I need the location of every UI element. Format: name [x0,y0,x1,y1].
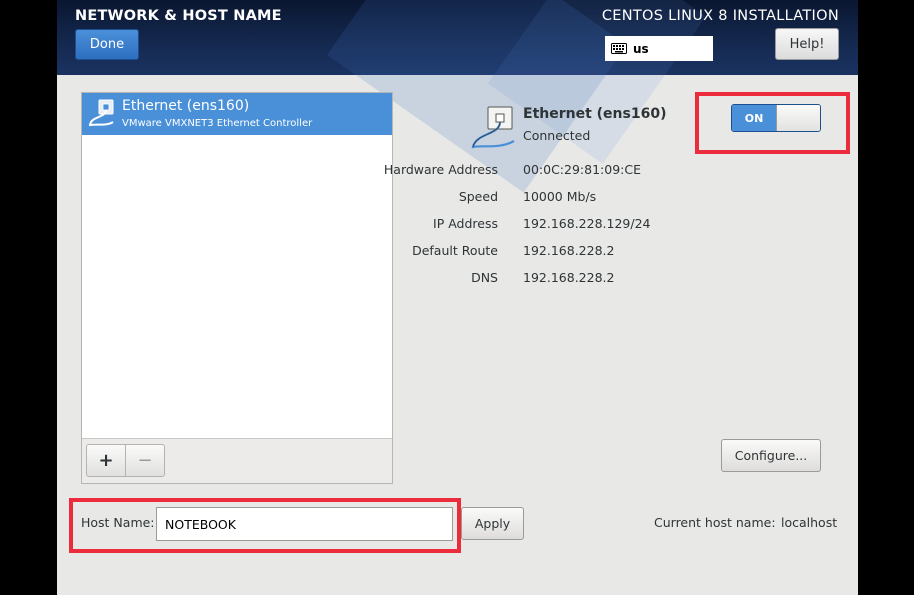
highlight-box [695,92,850,154]
info-row-dns: DNS 192.168.228.2 [357,270,817,288]
page-title: NETWORK & HOST NAME [75,8,282,24]
keyboard-layout-indicator[interactable]: us [605,36,713,61]
current-hostname-label: Current host name: [654,515,776,530]
installer-window: NETWORK & HOST NAME CENTOS LINUX 8 INSTA… [57,0,858,595]
info-row-default-route: Default Route 192.168.228.2 [357,243,817,261]
header-bar: NETWORK & HOST NAME CENTOS LINUX 8 INSTA… [57,0,858,193]
info-value: 192.168.228.2 [523,243,615,258]
keyboard-layout-label: us [633,41,649,56]
list-toolbar: + − [82,438,392,483]
info-value: 00:0C:29:81:09:CE [523,162,641,177]
info-label: IP Address [433,216,498,231]
current-hostname-value: localhost [781,515,838,530]
info-row-ip-address: IP Address 192.168.228.129/24 [357,216,817,234]
ethernet-icon [471,106,515,149]
highlight-box [69,498,461,553]
keyboard-icon [611,43,627,54]
info-value: 192.168.228.2 [523,270,615,285]
add-device-button[interactable]: + [86,444,126,477]
device-name: Ethernet (ens160) [523,106,667,122]
info-value: 192.168.228.129/24 [523,216,651,231]
info-label: Speed [458,189,498,204]
info-row-hardware-address: Hardware Address 00:0C:29:81:09:CE [357,162,817,180]
info-row-speed: Speed 10000 Mb/s [357,189,817,207]
info-label: Default Route [412,243,498,258]
remove-device-button[interactable]: − [125,444,165,477]
device-list: Ethernet (ens160) VMware VMXNET3 Etherne… [81,92,393,484]
info-label: Hardware Address [383,162,498,177]
device-name: Ethernet (ens160) [122,98,250,114]
apply-button[interactable]: Apply [461,507,524,540]
info-value: 10000 Mb/s [523,189,597,204]
configure-button[interactable]: Configure... [721,439,821,472]
ethernet-icon [88,99,114,127]
done-button[interactable]: Done [75,29,139,60]
connection-status: Connected [523,128,591,143]
device-description: VMware VMXNET3 Ethernet Controller [122,118,313,129]
product-title: CENTOS LINUX 8 INSTALLATION [601,8,839,24]
info-label: DNS [471,270,498,285]
help-button[interactable]: Help! [775,28,839,60]
list-item[interactable]: Ethernet (ens160) VMware VMXNET3 Etherne… [82,93,392,135]
